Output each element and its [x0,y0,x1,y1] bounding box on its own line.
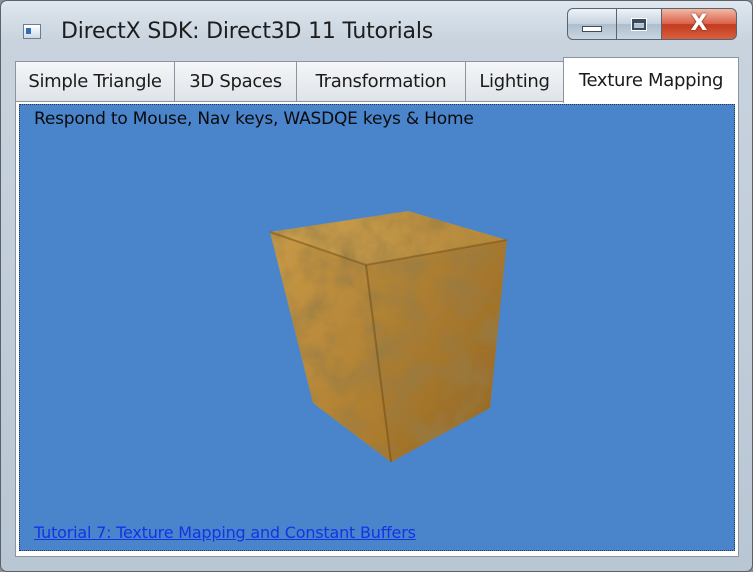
close-button[interactable]: X [661,8,737,40]
tab-transformation[interactable]: Transformation [296,61,466,101]
title-bar[interactable]: DirectX SDK: Direct3D 11 Tutorials X [1,1,752,57]
minimize-button[interactable] [567,8,617,40]
tab-texture-mapping[interactable]: Texture Mapping [563,57,739,103]
controls-hint: Respond to Mouse, Nav keys, WASDQE keys … [34,109,474,129]
tab-strip: Simple Triangle 3D Spaces Transformation… [15,57,739,103]
app-window: DirectX SDK: Direct3D 11 Tutorials X Sim… [0,0,753,572]
maximize-button[interactable] [616,8,662,40]
tutorial-link[interactable]: Tutorial 7: Texture Mapping and Constant… [34,523,416,542]
textured-cube [269,211,508,463]
app-icon[interactable] [23,24,41,39]
minimize-icon [582,26,602,32]
window-title: DirectX SDK: Direct3D 11 Tutorials [61,19,434,44]
caption-buttons: X [567,8,737,42]
maximize-icon [631,17,647,31]
close-icon: X [690,11,708,36]
tab-lighting[interactable]: Lighting [465,61,564,101]
tab-3d-spaces[interactable]: 3D Spaces [174,61,297,101]
render-viewport[interactable]: Respond to Mouse, Nav keys, WASDQE keys … [19,104,735,551]
tab-simple-triangle[interactable]: Simple Triangle [15,61,175,101]
